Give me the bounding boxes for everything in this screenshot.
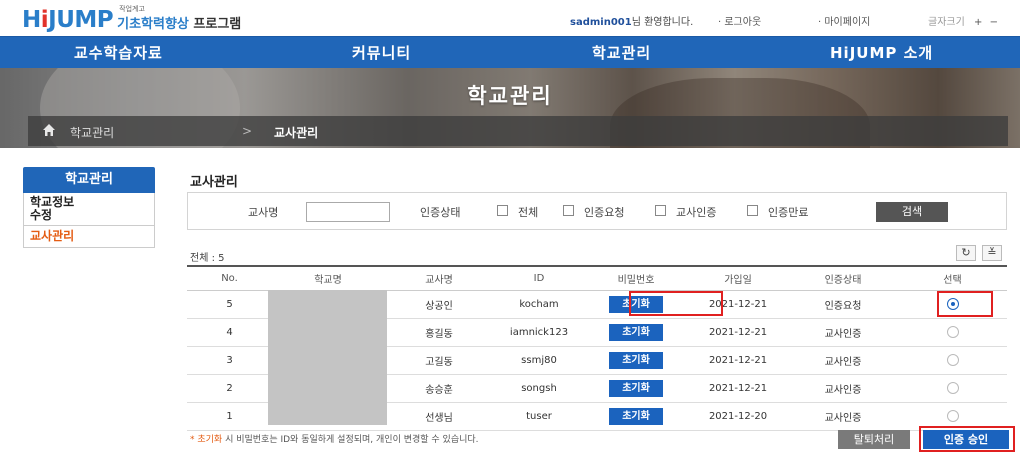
font-minus-button[interactable]: − — [990, 17, 998, 28]
breadcrumb-school-management[interactable]: 학교관리 — [70, 124, 114, 141]
nav-school-management[interactable]: 학교관리 — [592, 37, 651, 69]
breadcrumb: 학교관리 > 교사관리 — [28, 116, 1008, 146]
col-select: 선택 — [898, 266, 1007, 291]
checkbox-request[interactable] — [563, 205, 574, 216]
opt-request-label: 인증요청 — [584, 206, 625, 219]
breadcrumb-separator: > — [242, 124, 253, 138]
opt-expired-label: 인증만료 — [768, 206, 809, 219]
download-icon[interactable]: ≚ — [982, 245, 1002, 261]
reset-password-button[interactable]: 초기화 — [609, 407, 663, 425]
opt-all-label: 전체 — [518, 206, 539, 219]
school-name-redaction — [268, 290, 387, 425]
checkbox-teacher[interactable] — [655, 205, 666, 216]
sidebar-header: 학교관리 — [23, 167, 155, 193]
user-id: sadmin001 — [570, 17, 632, 28]
approve-button[interactable]: 인증 승인 — [923, 430, 1009, 449]
table-header-row: No. 학교명 교사명 ID 비밀번호 가입일 인증상태 선택 — [187, 266, 1007, 291]
col-school: 학교명 — [272, 266, 384, 291]
reset-password-button[interactable]: 초기화 — [609, 351, 663, 369]
checkbox-all[interactable] — [497, 205, 508, 216]
logo-wordmark: HiJUMP — [22, 7, 114, 33]
select-radio[interactable] — [946, 382, 959, 394]
page-title: 교사관리 — [190, 175, 238, 190]
sidebar: 학교관리 학교정보 수정 교사관리 — [23, 167, 155, 248]
col-id: ID — [494, 266, 584, 291]
col-no: No. — [187, 266, 272, 291]
nav-teaching-materials[interactable]: 교수학습자료 — [74, 37, 163, 69]
main-nav: 교수학습자료 커뮤니티 학교관리 HiJUMP 소개 — [0, 36, 1020, 68]
select-radio[interactable] — [946, 326, 959, 338]
col-date: 가입일 — [688, 266, 788, 291]
welcome-text: sadmin001님 환영합니다. — [570, 17, 694, 28]
top-header: HiJUMP 작업계고 기초학력향상 프로그램 sadmin001님 환영합니다… — [0, 0, 1020, 36]
highlight-reset-box — [629, 291, 723, 316]
col-teacher: 교사명 — [384, 266, 494, 291]
reset-password-button[interactable]: 초기화 — [609, 323, 663, 341]
sidebar-item-teacher-management[interactable]: 교사관리 — [23, 226, 155, 248]
highlight-radio-box — [937, 291, 993, 317]
nav-community[interactable]: 커뮤니티 — [352, 37, 411, 69]
mypage-link[interactable]: · 마이페이지 — [818, 13, 870, 28]
reset-note: * 초기화 시 비밀번호는 ID와 동일하게 설정되며, 개인이 변경할 수 있… — [190, 435, 479, 445]
col-password: 비밀번호 — [584, 266, 688, 291]
select-radio[interactable] — [946, 410, 959, 422]
teacher-name-input[interactable] — [306, 202, 390, 222]
logo-subtitle: 작업계고 기초학력향상 프로그램 — [117, 5, 242, 32]
total-count: 전체 : 5 — [190, 253, 225, 264]
select-radio[interactable] — [946, 354, 959, 366]
breadcrumb-teacher-management[interactable]: 교사관리 — [274, 124, 318, 141]
teacher-name-label: 교사명 — [248, 206, 279, 219]
status-label: 인증상태 — [420, 206, 461, 219]
font-plus-button[interactable]: + — [974, 17, 982, 28]
nav-about-hijump[interactable]: HiJUMP 소개 — [830, 37, 933, 69]
reset-password-button[interactable]: 초기화 — [609, 379, 663, 397]
logout-link[interactable]: · 로그아웃 — [718, 13, 761, 28]
banner-title: 학교관리 — [467, 84, 553, 108]
refresh-icon[interactable]: ↻ — [956, 245, 976, 261]
search-panel: 교사명 인증상태 전체 인증요청 교사인증 인증만료 검색 — [187, 192, 1007, 230]
opt-teacher-label: 교사인증 — [676, 206, 717, 219]
home-icon[interactable] — [42, 123, 56, 137]
font-size-control: 글자크기 + − — [928, 17, 998, 28]
hijump-logo[interactable]: HiJUMP 작업계고 기초학력향상 프로그램 — [22, 5, 287, 33]
sidebar-item-school-info[interactable]: 학교정보 수정 — [23, 193, 155, 226]
col-status: 인증상태 — [788, 266, 898, 291]
search-button[interactable]: 검색 — [876, 202, 948, 222]
checkbox-expired[interactable] — [747, 205, 758, 216]
withdraw-button[interactable]: 탈퇴처리 — [838, 430, 910, 449]
